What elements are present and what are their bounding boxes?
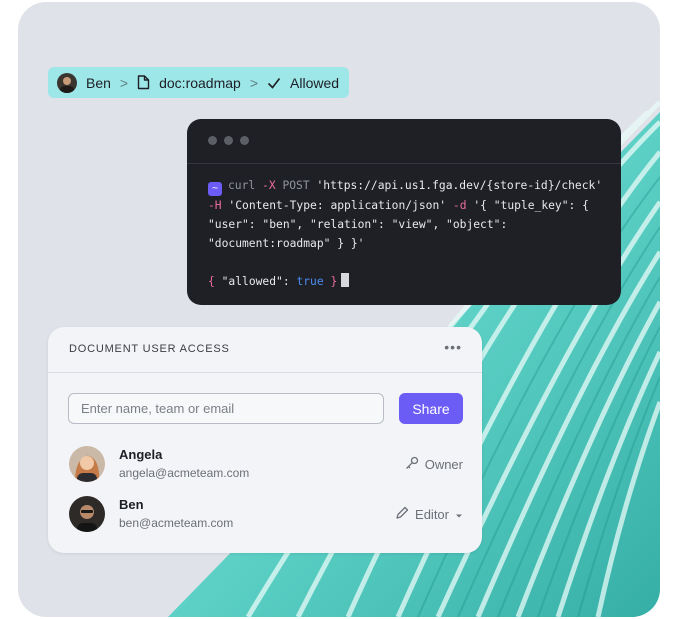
window-dot-icon [224,136,233,145]
prompt-icon: ~ [208,182,222,196]
breadcrumb-result: Allowed [290,74,340,91]
chevron-right-icon: > [249,74,259,91]
card-title: DOCUMENT USER ACCESS [69,343,230,355]
window-dot-icon [208,136,217,145]
pencil-icon [395,506,409,523]
card-header: DOCUMENT USER ACCESS ••• [48,327,482,373]
list-item: Angela angela@acmeteam.com Owner [69,446,463,482]
avatar [69,496,105,532]
invite-input[interactable] [68,393,384,424]
breadcrumb-user: Ben [86,74,111,91]
terminal-titlebar [187,119,621,164]
more-options-icon[interactable]: ••• [444,339,462,355]
breadcrumb-resource: doc:roadmap [159,74,241,91]
avatar [57,72,77,93]
user-name: Angela [119,447,163,462]
terminal-window: ~ curl -X POST 'https://api.us1.fga.dev/{… [187,119,621,305]
document-access-card: DOCUMENT USER ACCESS ••• Share Angela an… [48,327,482,553]
role-label: Owner [405,456,463,473]
check-icon [267,77,281,89]
caret-down-icon [455,507,463,522]
avatar [69,446,105,482]
key-icon [405,456,419,473]
chevron-right-icon: > [119,74,129,91]
list-item: Ben ben@acmeteam.com Editor [69,496,463,532]
role-dropdown[interactable]: Editor [395,506,463,523]
breadcrumb: Ben > doc:roadmap > Allowed [48,67,349,98]
terminal-cursor [341,273,350,287]
user-name: Ben [119,497,144,512]
terminal-output: ~ curl -X POST 'https://api.us1.fga.dev/{… [208,179,603,288]
user-email: ben@acmeteam.com [119,516,234,530]
window-dot-icon [240,136,249,145]
user-email: angela@acmeteam.com [119,466,250,480]
document-icon [137,75,150,90]
share-button[interactable]: Share [399,393,463,424]
